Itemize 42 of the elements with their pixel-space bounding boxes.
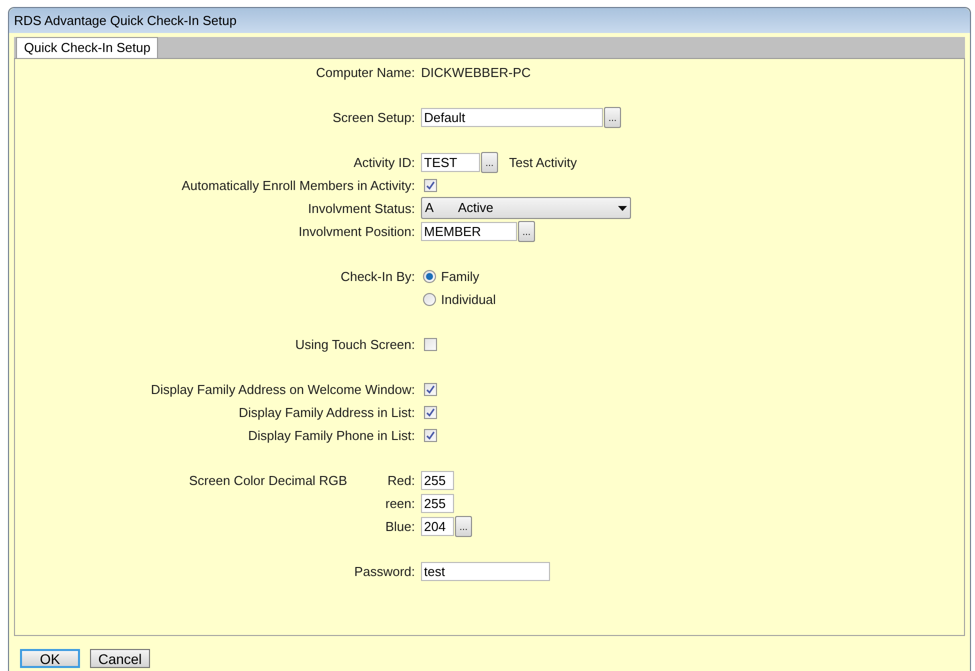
checkbox[interactable] [424,429,437,442]
field-label: Automatically Enroll Members in Activity: [182,176,415,195]
status-dropdown[interactable]: A Active [421,197,631,219]
browse-button[interactable]: ... [518,221,535,242]
field-label: Password: [354,562,415,581]
field-label: Blue: [385,518,415,536]
input-field[interactable]: 204 [421,517,454,536]
browse-button[interactable]: ... [455,516,472,537]
group-label: Screen Color Decimal RGB [189,472,348,490]
field-label: Display Family Phone in List: [248,426,415,445]
input-field[interactable]: test [421,562,550,581]
field-label: Display Family Address in List: [238,404,415,422]
tab[interactable]: Quick Check-In Setup [16,37,158,58]
field-label: Screen Setup: [332,108,415,127]
input-field[interactable]: 255 [421,494,454,513]
activity-name: Test Activity [509,154,577,172]
caret-icon [618,206,627,210]
field-label: Involvment Status: [308,200,415,218]
field-label: reen: [385,494,415,513]
input-field[interactable]: 255 [421,471,454,490]
ok-button[interactable]: OK [20,649,80,668]
field-label: Red: [388,472,415,490]
checkbox[interactable] [424,406,437,419]
browse-button[interactable]: ... [481,152,498,173]
field-label: Check-In By: [340,268,415,286]
radio-option[interactable]: Individual [421,288,496,311]
checkbox[interactable] [424,383,437,396]
computer-name: DICKWEBBER-PC [421,64,531,82]
input-field[interactable]: MEMBER [421,222,517,241]
input-field[interactable]: Default [421,108,603,127]
input-field[interactable]: TEST [421,153,480,172]
field-label: Display Family Address on Welcome Window: [150,380,415,399]
cancel-button[interactable]: Cancel [90,649,150,668]
field-label: Computer Name: [316,64,415,82]
window-title: RDS Advantage Quick Check-In Setup [14,12,237,30]
browse-button[interactable]: ... [604,107,621,128]
field-label: Involvment Position: [298,222,415,241]
field-label: Activity ID: [354,154,415,172]
field-label: Using Touch Screen: [295,336,415,354]
radio-option[interactable]: Family [421,265,496,288]
checkbox[interactable] [424,179,437,192]
checkbox[interactable] [424,338,437,351]
